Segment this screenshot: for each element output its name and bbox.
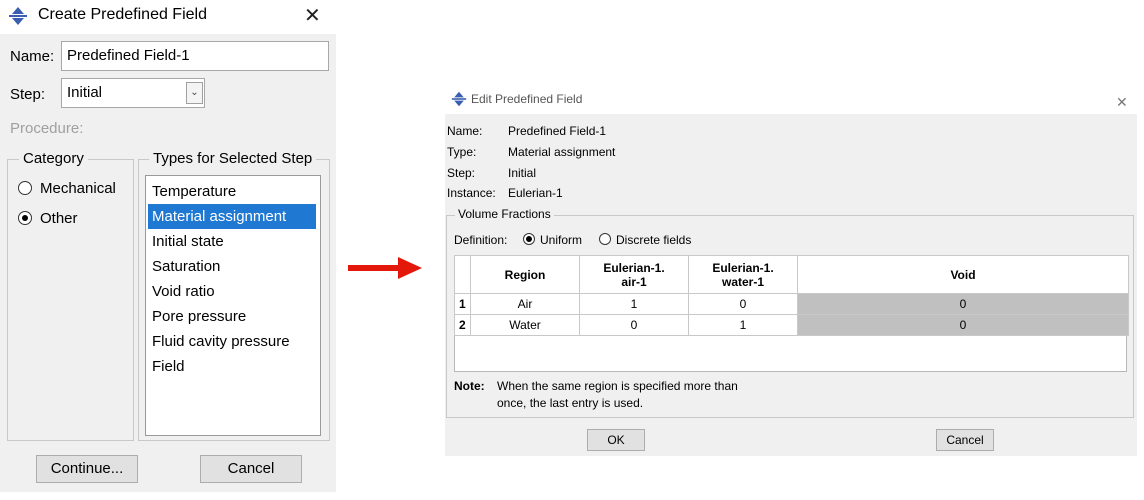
chevron-down-icon[interactable]: ⌄ xyxy=(186,82,203,104)
name-label: Name: xyxy=(10,48,55,65)
option-label: Uniform xyxy=(540,233,583,247)
table-header-row: Region Eulerian-1. air-1 Eulerian-1. wat… xyxy=(454,255,1129,294)
category-group xyxy=(7,159,134,441)
radio-mechanical[interactable] xyxy=(18,181,32,195)
title-bar: Create Predefined Field ✕ xyxy=(0,0,336,34)
right-arrow-icon xyxy=(348,257,422,279)
category-option-other[interactable]: Other xyxy=(18,210,130,230)
info-value-step: Initial xyxy=(508,166,537,180)
list-item-void-ratio[interactable]: Void ratio xyxy=(148,279,316,304)
procedure-label: Procedure: xyxy=(10,120,84,137)
radio-uniform[interactable] xyxy=(523,233,535,245)
cancel-button[interactable]: Cancel xyxy=(936,429,994,451)
note-label: Note: xyxy=(454,379,485,393)
category-label: Mechanical xyxy=(40,180,116,197)
info-label-instance: Instance: xyxy=(447,186,496,200)
list-item-temperature[interactable]: Temperature xyxy=(148,179,316,204)
name-value: Predefined Field-1 xyxy=(67,47,190,64)
category-legend: Category xyxy=(19,150,88,167)
definition-option-uniform[interactable]: Uniform xyxy=(523,232,603,248)
list-item-fluid-cavity-pressure[interactable]: Fluid cavity pressure xyxy=(148,329,316,354)
info-label-step: Step: xyxy=(447,166,476,180)
cell-region[interactable]: Water xyxy=(470,314,580,336)
cell-void: 0 xyxy=(797,314,1129,336)
note-text-line1: When the same region is specified more t… xyxy=(497,379,738,393)
ok-button[interactable]: OK xyxy=(587,429,645,451)
radio-discrete-fields[interactable] xyxy=(599,233,611,245)
header-line: Eulerian-1. air-1 xyxy=(603,260,665,289)
list-item-pore-pressure[interactable]: Pore pressure xyxy=(148,304,316,329)
column-header-void[interactable]: Void xyxy=(797,255,1129,294)
edit-predefined-field-dialog: Edit Predefined Field ✕ Name: Predefined… xyxy=(445,84,1137,456)
table-row: 1 Air 1 0 0 xyxy=(454,293,1129,315)
abaqus-app-icon xyxy=(9,7,27,25)
step-select[interactable]: Initial ⌄ xyxy=(61,78,205,108)
corner-cell xyxy=(454,255,471,294)
abaqus-app-icon xyxy=(451,91,467,107)
cell-air[interactable]: 0 xyxy=(579,314,689,336)
note-text-line2: once, the last entry is used. xyxy=(497,396,644,410)
info-label-name: Name: xyxy=(447,124,483,138)
close-icon[interactable]: ✕ xyxy=(1116,92,1128,112)
option-label: Discrete fields xyxy=(616,233,692,247)
category-label: Other xyxy=(40,210,78,227)
cell-region[interactable]: Air xyxy=(470,293,580,315)
cell-air[interactable]: 1 xyxy=(579,293,689,315)
dialog-title: Edit Predefined Field xyxy=(471,92,583,106)
column-header-air[interactable]: Eulerian-1. air-1 xyxy=(579,255,689,294)
types-legend: Types for Selected Step xyxy=(149,150,317,167)
column-header-water[interactable]: Eulerian-1. water-1 xyxy=(688,255,798,294)
definition-label: Definition: xyxy=(454,233,508,247)
category-option-mechanical[interactable]: Mechanical xyxy=(18,180,130,200)
list-item-saturation[interactable]: Saturation xyxy=(148,254,316,279)
info-value-instance: Eulerian-1 xyxy=(508,186,563,200)
row-index: 2 xyxy=(454,314,471,336)
radio-other[interactable] xyxy=(18,211,32,225)
dialog-title: Create Predefined Field xyxy=(38,6,207,23)
close-icon[interactable]: ✕ xyxy=(304,6,321,26)
info-value-type: Material assignment xyxy=(508,145,616,159)
table-row: 2 Water 0 1 0 xyxy=(454,314,1129,336)
list-item-material-assignment[interactable]: Material assignment xyxy=(148,204,316,229)
types-listbox[interactable]: Temperature Material assignment Initial … xyxy=(145,175,321,436)
definition-option-discrete-fields[interactable]: Discrete fields xyxy=(599,232,709,248)
list-item-initial-state[interactable]: Initial state xyxy=(148,229,316,254)
continue-button[interactable]: Continue... xyxy=(36,455,138,483)
cell-water[interactable]: 1 xyxy=(688,314,798,336)
cell-water[interactable]: 0 xyxy=(688,293,798,315)
list-item-field[interactable]: Field xyxy=(148,354,316,379)
info-value-name: Predefined Field-1 xyxy=(508,124,607,138)
create-predefined-field-dialog: Create Predefined Field ✕ Name: Predefin… xyxy=(0,0,336,492)
volume-fractions-table[interactable]: Region Eulerian-1. air-1 Eulerian-1. wat… xyxy=(454,255,1129,336)
column-header-region[interactable]: Region xyxy=(470,255,580,294)
row-index: 1 xyxy=(454,293,471,315)
cell-void: 0 xyxy=(797,293,1129,315)
cancel-button[interactable]: Cancel xyxy=(200,455,302,483)
header-line: Eulerian-1. water-1 xyxy=(712,260,774,289)
info-label-type: Type: xyxy=(447,145,477,159)
volume-fractions-legend: Volume Fractions xyxy=(455,207,554,221)
step-label: Step: xyxy=(10,86,46,103)
name-field[interactable]: Predefined Field-1 xyxy=(61,41,329,71)
title-bar: Edit Predefined Field ✕ xyxy=(445,84,1137,114)
step-value: Initial xyxy=(67,84,103,101)
